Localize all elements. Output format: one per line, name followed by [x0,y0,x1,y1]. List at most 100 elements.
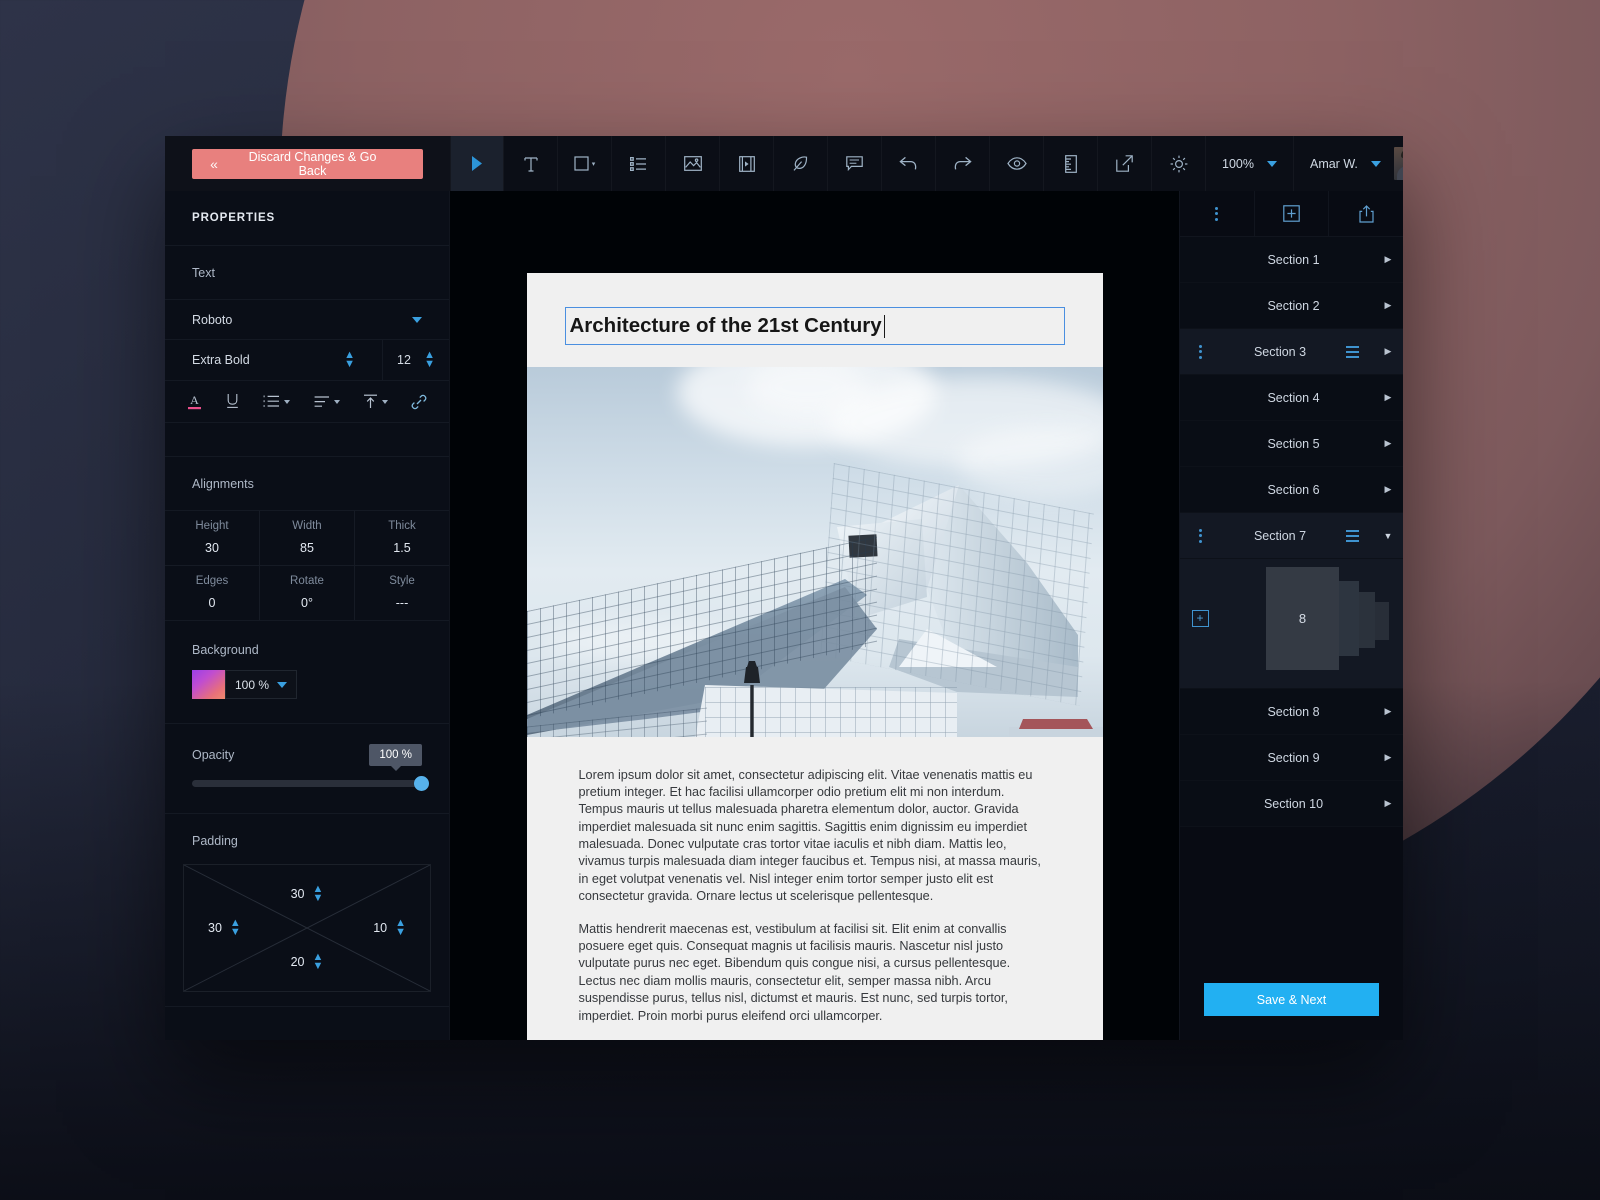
plus-box-icon: + [1191,610,1209,627]
padding-right-stepper[interactable]: 10 ▲ ▼ [373,917,406,938]
stack-card-back-3 [1373,602,1389,640]
chevron-down-icon [381,399,388,404]
background-opacity-select[interactable]: 100 % [225,670,297,699]
discard-changes-button[interactable]: « Discard Changes & Go Back [192,148,423,179]
drag-handle-icon[interactable] [1180,528,1220,543]
text-align-icon[interactable] [314,395,340,408]
alignment-width-cell[interactable]: Width 85 [260,511,355,566]
stepper-arrows-icon: ▲ ▼ [424,349,435,370]
avatar[interactable] [1393,147,1403,180]
underline-icon[interactable] [225,392,240,411]
font-weight-stepper[interactable]: Extra Bold ▲ ▼ [165,340,383,380]
section-row-2[interactable]: Section 2 ▶ [1180,283,1403,329]
section-row-6[interactable]: Section 6 ▶ [1180,467,1403,513]
alignment-thick-cell[interactable]: Thick 1.5 [355,511,449,566]
section-row-10[interactable]: Section 10 ▶ [1180,781,1403,827]
video-tool[interactable] [720,136,774,191]
section-options-button[interactable] [1180,191,1255,236]
font-family-select[interactable]: Roboto [165,300,449,340]
shape-tool[interactable]: ▾ [558,136,612,191]
chevron-down-icon [284,399,291,404]
chevron-right-icon[interactable]: ▶ [1373,300,1403,311]
section-row-9[interactable]: Section 9 ▶ [1180,735,1403,781]
padding-left-stepper[interactable]: 30 ▲ ▼ [208,918,241,938]
preview-tool[interactable] [990,136,1044,191]
alignment-rotate-cell[interactable]: Rotate 0° [260,566,355,620]
chevron-down-icon [333,399,340,404]
opacity-value-tooltip: 100 % [369,744,422,771]
ruler-tool[interactable] [1044,136,1098,191]
section-row-4[interactable]: Section 4 ▶ [1180,375,1403,421]
section-label: Section 9 [1267,750,1320,765]
sections-panel: Section 1 ▶ Section 2 ▶ Section 3 ▶ Sect… [1179,191,1403,1040]
select-pointer-tool[interactable] [450,136,504,191]
chevron-right-icon[interactable]: ▶ [1373,438,1403,449]
font-size-value: 12 [397,353,411,367]
draw-tool[interactable] [774,136,828,191]
hero-image[interactable] [526,367,1103,737]
title-text-field[interactable]: Architecture of the 21st Century [564,307,1065,345]
link-icon[interactable] [411,394,427,410]
redo-tool[interactable] [936,136,990,191]
section-menu-icon[interactable] [1346,529,1359,542]
stepper-arrows-icon: ▲ ▼ [312,883,324,904]
section-row-1[interactable]: Section 1 ▶ [1180,237,1403,283]
image-tool[interactable] [666,136,720,191]
add-slide-button[interactable]: + [1180,610,1220,627]
font-weight-value: Extra Bold [192,353,250,367]
comment-tool[interactable] [828,136,882,191]
alignment-key: Width [292,520,322,532]
chevron-right-icon[interactable]: ▶ [1373,346,1403,357]
vertical-align-top-icon[interactable] [363,394,388,409]
user-menu[interactable]: Amar W. [1294,136,1403,191]
font-size-stepper[interactable]: 12 ▲ ▼ [383,340,449,380]
alignment-style-cell[interactable]: Style --- [355,566,449,620]
chevron-right-icon[interactable]: ▶ [1373,392,1403,403]
background-opacity-value: 100 % [235,677,270,692]
padding-bottom-stepper[interactable]: 20 ▲ ▼ [291,951,324,972]
export-tool[interactable] [1098,136,1152,191]
drag-handle-icon[interactable] [1180,344,1220,359]
padding-left-value: 30 [208,921,222,935]
chevron-right-icon[interactable]: ▶ [1373,752,1403,763]
section-row-7[interactable]: Section 7 ▼ [1180,513,1403,559]
text-tool[interactable] [504,136,558,191]
alignment-value: 0 [208,596,216,610]
alignment-edges-cell[interactable]: Edges 0 [165,566,260,620]
padding-top-value: 30 [290,887,305,901]
list-tool[interactable] [612,136,666,191]
opacity-slider-thumb[interactable] [414,776,429,791]
stepper-arrows-icon: ▲ ▼ [312,951,324,972]
section-row-3[interactable]: Section 3 ▶ [1180,329,1403,375]
alignment-height-cell[interactable]: Height 30 [165,511,260,566]
chevron-right-icon[interactable]: ▶ [1373,254,1403,265]
chevron-right-icon[interactable]: ▶ [1373,484,1403,495]
section-menu-icon[interactable] [1346,345,1359,358]
opacity-slider[interactable] [192,776,429,791]
add-section-button[interactable] [1255,191,1330,236]
stack-card-front[interactable]: 8 [1266,567,1339,670]
chevron-down-icon[interactable]: ▼ [1373,531,1403,541]
sections-list[interactable]: Section 1 ▶ Section 2 ▶ Section 3 ▶ Sect… [1180,237,1403,983]
panel-tail [165,1006,449,1040]
section-row-5[interactable]: Section 5 ▶ [1180,421,1403,467]
stepper-arrows-icon: ▲ ▼ [395,917,406,938]
background-color-swatch[interactable] [192,670,225,699]
share-section-button[interactable] [1329,191,1403,236]
save-and-next-button[interactable]: Save & Next [1204,983,1379,1016]
bullet-list-icon[interactable] [263,395,291,408]
top-toolbar: « Discard Changes & Go Back ▾ 100% Amar … [165,136,1403,191]
chevron-right-icon[interactable]: ▶ [1373,798,1403,809]
alignment-key: Rotate [290,575,324,587]
section-row-8[interactable]: Section 8 ▶ [1180,689,1403,735]
zoom-level-selector[interactable]: 100% [1206,136,1294,191]
font-color-icon[interactable]: A [187,392,202,411]
padding-top-stepper[interactable]: 30 ▲ ▼ [290,883,324,904]
brightness-tool[interactable] [1152,136,1206,191]
undo-tool[interactable] [882,136,936,191]
document-title: Architecture of the 21st Century [569,314,882,337]
lamp-post-icon [743,661,760,737]
slide-card-stack[interactable]: 8 [1224,567,1403,670]
chevron-right-icon[interactable]: ▶ [1373,706,1403,717]
chevron-down-icon [277,681,287,688]
